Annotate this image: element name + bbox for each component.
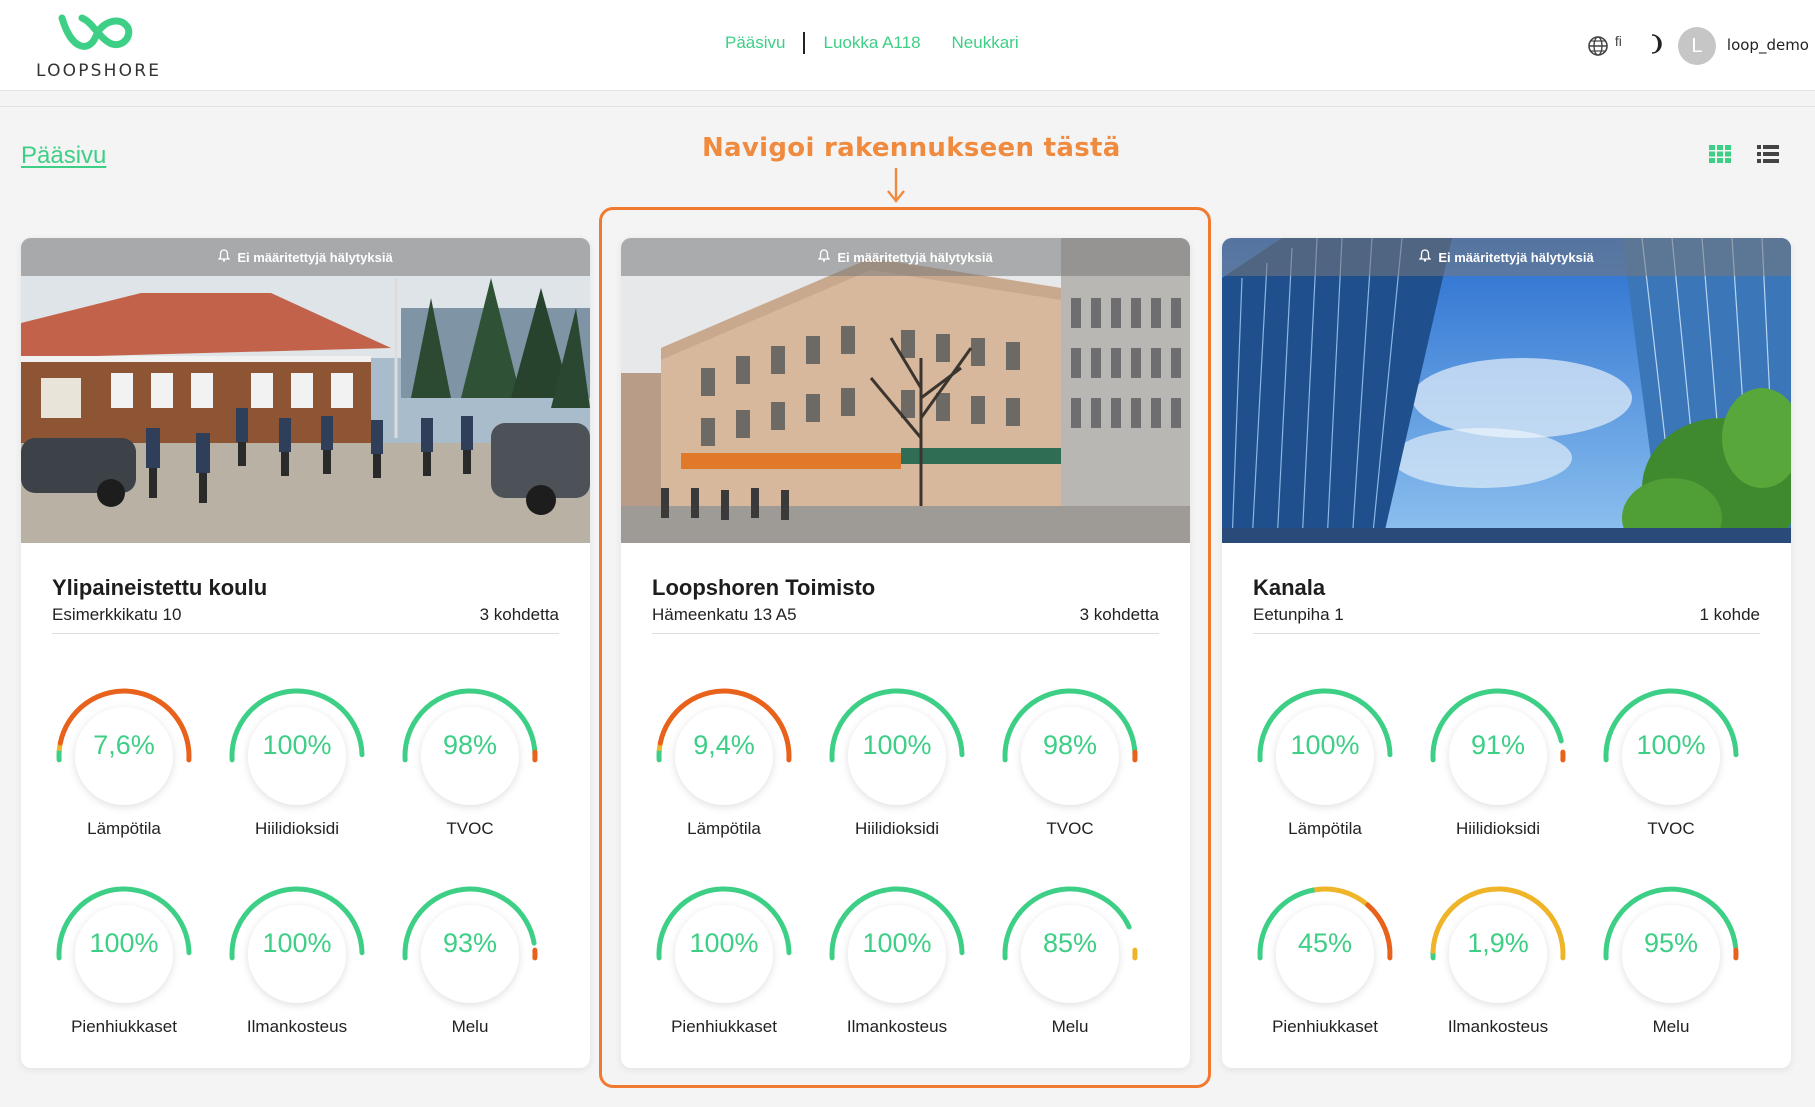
annotation-arrow-icon [885,166,907,209]
alarm-status-bar: Ei määritettyjä hälytyksiä [1222,238,1791,276]
metric-gauge-pienhiukkaset[interactable]: 45% Pienhiukkaset [1250,876,1400,1036]
divider [0,106,1815,107]
grid-view-icon[interactable] [1709,145,1731,168]
gauge-label: Melu [1652,1017,1690,1036]
logo-text: LOOPSHORE [36,61,162,81]
gauge-label: Lämpötila [1288,819,1362,838]
building-card-ylipaineistettu-koulu[interactable]: Ei määritettyjä hälytyksiä Ylipaineistet… [21,238,590,1068]
gauge-value: 93% [442,928,498,958]
gauge-value: 100% [89,928,159,958]
gauge-value: 100% [262,730,332,760]
page-title[interactable]: Pääsivu [21,142,106,170]
building-address: Eetunpiha 1 [1253,605,1344,624]
loopshore-logo[interactable]: LOOPSHORE [34,10,164,82]
metric-gauge-ilmankosteus[interactable]: 1,9% Ilmankosteus [1423,876,1573,1036]
metric-gauge-pienhiukkaset[interactable]: 100% Pienhiukkaset [49,876,199,1036]
gauge-value: 98% [442,730,498,760]
top-navigation: Pääsivu Luokka A118 Neukkari [725,32,1019,54]
gauge-value: 1,9% [1467,928,1529,958]
avatar[interactable]: L [1677,27,1716,65]
gauge-value: 100% [1636,730,1706,760]
gauge-value: 100% [262,928,332,958]
gauge-label: Hiilidioksidi [1455,819,1541,838]
gauge-value: 45% [1297,928,1353,958]
metric-gauge-hiilidioksidi[interactable]: 100% Hiilidioksidi [222,678,372,838]
gauge-value: 100% [1290,730,1360,760]
language-selector[interactable]: fi [1587,33,1622,57]
building-address: Esimerkkikatu 10 [52,605,182,624]
bell-icon [817,249,831,265]
list-view-icon[interactable] [1757,145,1779,168]
annotation-text: Navigoi rakennukseen tästä [702,133,1121,163]
alarm-status-text: Ei määritettyjä hälytyksiä [237,249,393,265]
globe-icon [1588,36,1608,56]
gauge-label: Hiilidioksidi [254,819,340,838]
theme-toggle[interactable] [1644,33,1664,60]
bell-icon [217,249,231,265]
half-moon-icon [1651,33,1662,54]
metric-gauge-ilmankosteus[interactable]: 100% Ilmankosteus [222,876,372,1036]
gauge-label: Ilmankosteus [246,1017,348,1036]
annotation-highlight-box [599,207,1211,1088]
gauge-label: TVOC [1647,819,1695,838]
gauge-label: Melu [451,1017,489,1036]
alarm-status-text: Ei määritettyjä hälytyksiä [1438,249,1594,265]
school-photo [21,238,590,543]
card-divider [1253,633,1760,634]
alarm-status-text: Ei määritettyjä hälytyksiä [837,249,993,265]
metric-gauge-lampotila[interactable]: 100% Lämpötila [1250,678,1400,838]
gauge-value: 91% [1470,730,1526,760]
nav-link-neukkari[interactable]: Neukkari [952,33,1019,53]
metric-gauge-lampotila[interactable]: 7,6% Lämpötila [49,678,199,838]
gauge-label: Ilmankosteus [1447,1017,1549,1036]
nav-link-paasivu[interactable]: Pääsivu [725,33,785,53]
alarm-status-bar: Ei määritettyjä hälytyksiä [621,238,1190,276]
target-count: 1 kohde [1699,605,1761,624]
alarm-status-bar: Ei määritettyjä hälytyksiä [21,238,590,276]
metric-gauge-tvoc[interactable]: 100% TVOC [1596,678,1746,838]
metric-gauge-tvoc[interactable]: 98% TVOC [395,678,545,838]
language-label: fi [1614,33,1622,49]
loop-logo-icon [58,14,133,50]
skyscrapers-photo [1222,238,1791,543]
metric-gauge-melu[interactable]: 95% Melu [1596,876,1746,1036]
gauge-label: Pienhiukkaset [71,1017,177,1036]
gauge-label: Pienhiukkaset [1272,1017,1378,1036]
target-count: 3 kohdetta [479,605,559,624]
gauge-label: Lämpötila [87,819,161,838]
card-divider [52,633,559,634]
top-header: LOOPSHORE Pääsivu Luokka A118 Neukkari f… [0,0,1815,91]
nav-separator [803,32,806,54]
building-card-kanala[interactable]: Ei määritettyjä hälytyksiä Kanala Eetunp… [1222,238,1791,1068]
building-name: Kanala [1253,575,1326,600]
metric-gauge-melu[interactable]: 93% Melu [395,876,545,1036]
gauge-value: 95% [1643,928,1699,958]
bell-icon [1418,249,1432,265]
header-actions: fi L loop_demo [1587,26,1809,66]
gauge-label: TVOC [446,819,494,838]
metric-gauge-hiilidioksidi[interactable]: 91% Hiilidioksidi [1423,678,1573,838]
gauge-value: 7,6% [93,730,155,760]
building-name: Ylipaineistettu koulu [52,575,268,600]
nav-link-luokka-a118[interactable]: Luokka A118 [823,33,920,53]
username[interactable]: loop_demo [1727,36,1809,54]
